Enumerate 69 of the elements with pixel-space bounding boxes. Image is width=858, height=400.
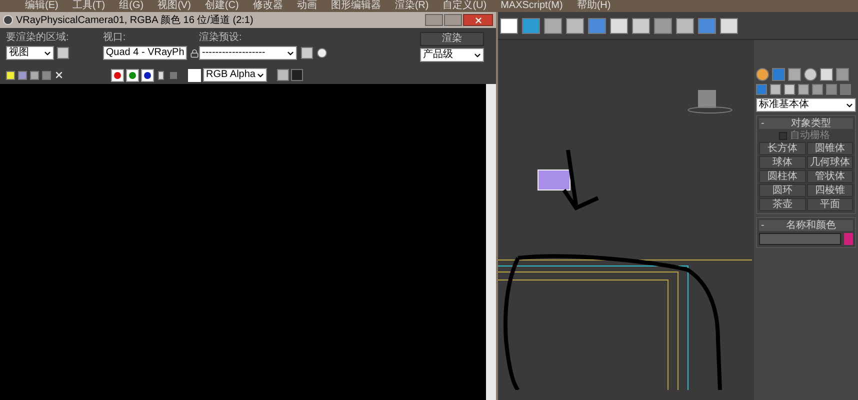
menu-item[interactable]: 动画 [296, 1, 317, 11]
menu-item[interactable]: 图形编辑器 [330, 1, 381, 11]
scrollbar[interactable] [486, 84, 496, 400]
panel-tab-icon[interactable] [756, 68, 769, 81]
object-button[interactable]: 圆环 [759, 184, 806, 197]
rollout-title: 对象类型 [791, 118, 831, 129]
object-button[interactable]: 茶壶 [759, 198, 806, 211]
menu-item[interactable]: 视图(V) [158, 1, 191, 11]
toolbar-icon[interactable] [720, 18, 738, 34]
close-icon[interactable] [54, 70, 64, 80]
object-button[interactable]: 四棱锥 [806, 184, 853, 197]
category-icon[interactable] [784, 84, 795, 95]
channel-toggle[interactable] [126, 68, 139, 82]
object-button[interactable]: 圆锥体 [806, 142, 853, 155]
close-icon [474, 16, 482, 24]
menu-item[interactable]: 修改器 [252, 1, 283, 11]
panel-tab-icon[interactable] [804, 68, 817, 81]
menu-item[interactable]: 帮助(H) [576, 1, 611, 11]
color-swatch[interactable] [188, 68, 201, 82]
collapse-toggle[interactable]: - [759, 220, 769, 231]
object-button[interactable]: 平面 [806, 198, 853, 211]
object-button[interactable]: 球体 [759, 156, 806, 169]
object-button[interactable]: 几何球体 [806, 156, 853, 169]
close-button[interactable] [463, 14, 493, 26]
channel-toggle[interactable] [111, 68, 124, 82]
menu-item[interactable]: 编辑(E) [25, 1, 58, 11]
render-button[interactable]: 渲染 [420, 32, 484, 46]
category-dropdown[interactable]: 标准基本体 [756, 98, 856, 112]
menu-item[interactable]: 组(G) [119, 1, 144, 11]
object-button[interactable]: 圆柱体 [759, 170, 806, 183]
lock-icon[interactable] [190, 48, 199, 58]
frame-icon[interactable] [291, 69, 303, 81]
toolbar-icon[interactable] [632, 18, 650, 34]
viewport-label: 视口: [102, 32, 127, 44]
preset-label: 渲染预设: [198, 32, 243, 44]
menu-item[interactable]: 创建(C) [204, 1, 239, 11]
menu-item[interactable]: MAXScript(M) [500, 1, 563, 11]
viewport-dropdown[interactable]: Quad 4 - VRayPh [102, 46, 187, 60]
rollout-header[interactable]: - 对象类型 [759, 118, 853, 129]
panel-tab-icon[interactable] [820, 68, 833, 81]
toolbar-icon[interactable] [566, 18, 584, 34]
display-dropdown[interactable]: RGB Alpha [203, 68, 267, 82]
checkbox[interactable] [779, 132, 787, 140]
name-field[interactable] [759, 233, 841, 245]
frame-icon[interactable] [277, 69, 289, 81]
channel-toggle[interactable] [141, 68, 154, 82]
color-swatch[interactable] [844, 233, 853, 245]
window-title: VRayPhysicalCamera01, RGBA 颜色 16 位/通道 (2:1) [16, 14, 254, 28]
category-icon[interactable] [770, 84, 781, 95]
area-label: 要渲染的区域: [6, 32, 70, 44]
maximize-icon[interactable] [444, 14, 462, 26]
preset-dropdown[interactable]: ------------------- [198, 46, 297, 60]
preset-icon[interactable] [300, 47, 313, 59]
app-icon [3, 15, 13, 25]
object-button[interactable]: 长方体 [759, 142, 806, 155]
menu-item[interactable]: 工具(T) [72, 1, 106, 11]
minimize-icon[interactable] [425, 14, 443, 26]
category-icon[interactable] [798, 84, 809, 95]
collapse-toggle[interactable]: - [759, 118, 769, 129]
object-button[interactable]: 管状体 [806, 170, 853, 183]
toolbar-icon[interactable] [676, 18, 694, 34]
toolbar-icon[interactable] [544, 18, 562, 34]
area-dropdown[interactable]: 视图 [6, 46, 54, 60]
toolbar-icon[interactable] [610, 18, 628, 34]
region-icon[interactable] [57, 47, 69, 59]
autogrid-label: 自动栅格 [790, 130, 830, 141]
toolbar-icon[interactable] [500, 18, 518, 34]
rollout-header[interactable]: - 名称和颜色 [759, 220, 853, 231]
rollout-title: 名称和颜色 [786, 220, 836, 231]
